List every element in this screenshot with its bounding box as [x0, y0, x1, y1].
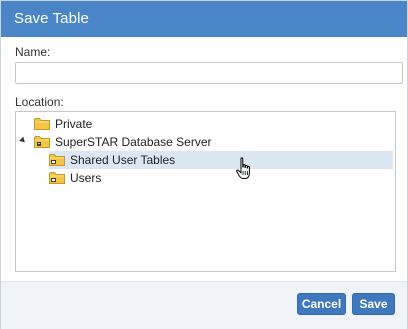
- dialog-titlebar[interactable]: Save Table: [1, 1, 407, 37]
- name-label: Name:: [15, 45, 51, 59]
- tree-item-superstar-database-server[interactable]: SuperSTAR Database Server: [16, 133, 393, 151]
- tree-item-label: Shared User Tables: [70, 153, 176, 167]
- folder-icon: [34, 118, 50, 130]
- server-folder-icon: [34, 136, 50, 148]
- tree-item-users[interactable]: Users: [49, 169, 393, 187]
- cancel-button[interactable]: Cancel: [297, 293, 346, 315]
- hand-pointer-icon: [236, 157, 250, 179]
- location-label: Location:: [15, 95, 64, 109]
- tree-item-label: Users: [70, 171, 102, 185]
- tree-item-label: SuperSTAR Database Server: [55, 135, 212, 149]
- tree-item-label: Private: [55, 117, 93, 131]
- dialog-footer: Cancel Save: [1, 281, 407, 329]
- shared-folder-icon: [49, 172, 65, 184]
- shared-folder-icon: [49, 154, 65, 166]
- expanded-arrow-icon[interactable]: [19, 136, 27, 145]
- tree-item-shared-user-tables[interactable]: Shared User Tables: [49, 151, 393, 169]
- name-input[interactable]: [15, 62, 403, 84]
- save-table-dialog: Save Table Name: Location: Private Super…: [0, 0, 408, 329]
- dialog-title: Save Table: [14, 10, 89, 27]
- tree-item-private[interactable]: Private: [16, 115, 393, 133]
- location-tree[interactable]: Private SuperSTAR Database Server Shared…: [15, 111, 396, 272]
- save-button[interactable]: Save: [352, 293, 395, 315]
